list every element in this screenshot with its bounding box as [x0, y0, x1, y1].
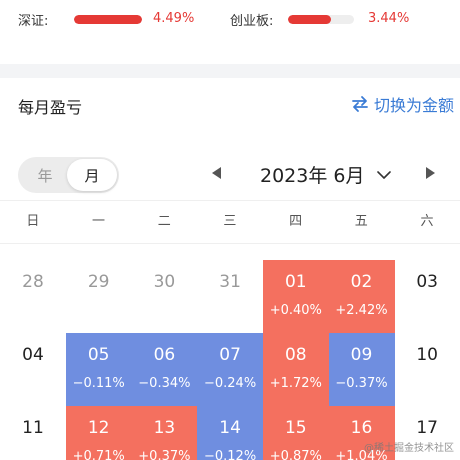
day-change-percent: −0.12% [203, 449, 257, 460]
toggle-year-button[interactable]: 年 [20, 159, 70, 191]
calendar-day-cell[interactable]: 28 [0, 260, 66, 333]
calendar-day-cell[interactable]: 07 −0.24% [197, 333, 264, 406]
index-value-shenzhen: 4.49% [153, 11, 195, 26]
calendar-day-cell[interactable]: 15 +0.87% [262, 406, 329, 460]
calendar-day-cell[interactable]: 13 +0.37% [131, 406, 198, 460]
index-value-chinext: 3.44% [368, 11, 410, 26]
index-shenzhen: 深证: [18, 9, 48, 29]
day-change-percent: +2.42% [335, 303, 388, 318]
day-number: 08 [284, 345, 307, 365]
day-number: 30 [153, 272, 176, 292]
index-strip: 深证: 4.49% 创业板: 3.44% [0, 0, 460, 40]
swap-icon [352, 96, 368, 112]
toggle-month-button[interactable]: 月 [67, 159, 117, 191]
prev-month-icon[interactable] [212, 167, 221, 179]
day-change-percent: +1.72% [269, 376, 322, 391]
day-number: 03 [416, 272, 438, 292]
day-number: 13 [153, 418, 176, 438]
index-bar-fill [288, 15, 331, 24]
weekday-label: 六 [420, 214, 434, 229]
day-number: 07 [219, 345, 241, 365]
day-number: 06 [153, 345, 176, 365]
day-number: 04 [22, 345, 44, 365]
weekday-label: 五 [354, 214, 368, 229]
day-number: 17 [416, 418, 438, 438]
weekday-label: 日 [26, 214, 40, 229]
day-number: 16 [350, 418, 373, 438]
month-picker[interactable]: 2023年 6月 [260, 161, 392, 188]
index-name: 创业板: [230, 13, 274, 29]
day-change-percent: −0.34% [138, 376, 191, 391]
current-month-label: 2023年 6月 [260, 165, 365, 187]
day-number: 14 [219, 418, 241, 438]
day-number: 01 [284, 272, 307, 292]
index-bar-fill [74, 15, 142, 24]
section-title: 每月盈亏 [18, 98, 83, 117]
weekday-label: 四 [289, 214, 303, 229]
weekday-label: 二 [157, 214, 171, 229]
day-number: 02 [350, 272, 373, 292]
day-change-percent: +0.40% [269, 303, 322, 318]
day-change-percent: +0.87% [269, 449, 322, 460]
index-bar-chinext [288, 15, 354, 24]
section-divider [0, 64, 460, 78]
calendar-day-cell[interactable]: 01 +0.40% [262, 260, 329, 333]
day-change-percent: +0.37% [138, 449, 191, 460]
calendar-day-cell[interactable]: 08 +1.72% [262, 333, 329, 406]
day-number: 11 [22, 418, 44, 438]
day-change-percent: −0.37% [335, 376, 388, 391]
section-header: 每月盈亏 切换为金额 [0, 78, 460, 130]
index-name: 深证: [18, 13, 49, 29]
calendar-day-cell[interactable]: 05 −0.11% [65, 333, 132, 406]
day-change-percent: −0.24% [203, 376, 257, 391]
day-number: 29 [87, 272, 110, 292]
next-month-icon[interactable] [426, 167, 435, 179]
index-bar-shenzhen [74, 15, 142, 24]
day-number: 15 [284, 418, 307, 438]
switch-to-amount-button[interactable]: 切换为金额 [350, 92, 454, 116]
weekday-header: 日一二三四五六 [0, 200, 460, 244]
period-toggle: 年 月 [18, 157, 119, 193]
calendar-day-cell[interactable]: 12 +0.71% [65, 406, 132, 460]
calendar-day-cell[interactable]: 31 [197, 260, 263, 333]
chevron-down-icon [377, 170, 392, 179]
calendar-day-cell[interactable]: 14 −0.12% [197, 406, 264, 460]
calendar-toolbar: 年 月 2023年 6月 [0, 150, 460, 200]
calendar-day-cell[interactable]: 11 [0, 406, 66, 460]
calendar-day-cell[interactable]: 03 [394, 260, 460, 333]
weekday-label: 三 [223, 214, 237, 229]
switch-label: 切换为金额 [373, 96, 454, 115]
calendar-day-cell[interactable]: 10 [394, 333, 460, 406]
calendar-day-cell[interactable]: 30 [131, 260, 197, 333]
weekday-label: 一 [92, 214, 106, 229]
day-number: 09 [350, 345, 373, 365]
day-number: 28 [22, 272, 44, 292]
calendar-day-cell[interactable]: 29 [66, 260, 132, 333]
index-chinext: 创业板: [230, 9, 273, 29]
day-number: 12 [87, 418, 110, 438]
calendar-day-cell[interactable]: 09 −0.37% [328, 333, 395, 406]
day-number: 31 [219, 272, 241, 292]
day-number: 10 [416, 345, 438, 365]
day-change-percent: −0.11% [72, 376, 125, 391]
calendar-day-cell[interactable]: 04 [0, 333, 66, 406]
watermark: @稀土掘金技术社区 [364, 443, 454, 454]
calendar-day-cell[interactable]: 02 +2.42% [328, 260, 395, 333]
day-number: 05 [87, 345, 110, 365]
day-change-percent: +0.71% [72, 449, 125, 460]
calendar-day-cell[interactable]: 06 −0.34% [131, 333, 198, 406]
